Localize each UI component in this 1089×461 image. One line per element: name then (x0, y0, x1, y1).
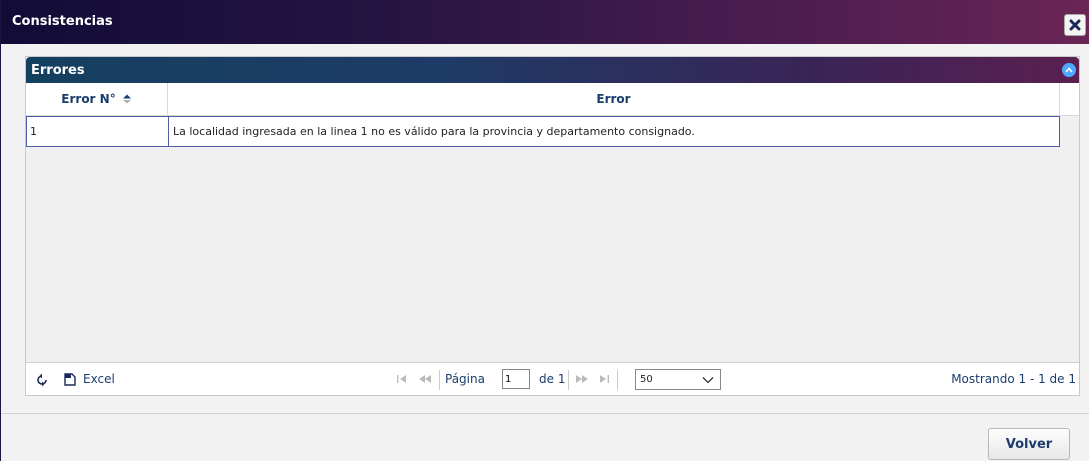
grid-body: 1 La localidad ingresada en la linea 1 n… (26, 116, 1079, 362)
table-row[interactable]: 1 La localidad ingresada en la linea 1 n… (26, 116, 1060, 147)
excel-export-link[interactable]: Excel (83, 372, 115, 386)
pager-divider (568, 370, 569, 390)
panel-title: Errores (31, 63, 85, 78)
next-page-icon[interactable] (575, 374, 589, 384)
errors-panel: Errores Error N° Error 1 La localidad in… (25, 56, 1080, 396)
first-page-icon[interactable] (396, 374, 408, 384)
footer-divider (1, 413, 1089, 414)
refresh-icon[interactable] (35, 373, 49, 387)
page-count-label: de 1 (539, 372, 566, 386)
column-header-error-num[interactable]: Error N° (26, 83, 168, 115)
close-icon (1069, 19, 1081, 31)
column-header-label: Error N° (61, 92, 116, 106)
chevron-down-icon (702, 377, 714, 384)
pager: Excel Página de 1 (26, 362, 1079, 395)
cell-error-text: La localidad ingresada en la linea 1 no … (173, 125, 695, 138)
close-button[interactable] (1064, 14, 1086, 36)
sort-asc-icon (122, 94, 132, 104)
column-header-error[interactable]: Error (168, 83, 1060, 115)
pager-divider (617, 370, 618, 390)
back-button[interactable]: Volver (988, 428, 1070, 460)
collapse-button[interactable] (1062, 63, 1076, 77)
cell-divider (168, 117, 169, 146)
dialog-title: Consistencias (12, 14, 113, 29)
column-header-label: Error (596, 92, 631, 106)
chevron-up-icon (1065, 67, 1073, 73)
consistencias-dialog: Consistencias Errores Error N° Error 1 L… (0, 0, 1089, 461)
page-input[interactable] (502, 369, 530, 389)
grid-header: Error N° Error (26, 83, 1079, 116)
prev-page-icon[interactable] (418, 374, 432, 384)
last-page-icon[interactable] (598, 374, 610, 384)
cell-error-num: 1 (30, 125, 37, 138)
document-icon[interactable] (64, 373, 76, 386)
page-size-select[interactable]: 50 (635, 369, 721, 390)
page-label: Página (445, 372, 485, 386)
records-info: Mostrando 1 - 1 de 1 (951, 372, 1076, 386)
dialog-titlebar: Consistencias (1, 0, 1089, 44)
pager-divider (439, 370, 440, 390)
page-size-value: 50 (640, 374, 653, 385)
panel-header: Errores (26, 57, 1079, 83)
